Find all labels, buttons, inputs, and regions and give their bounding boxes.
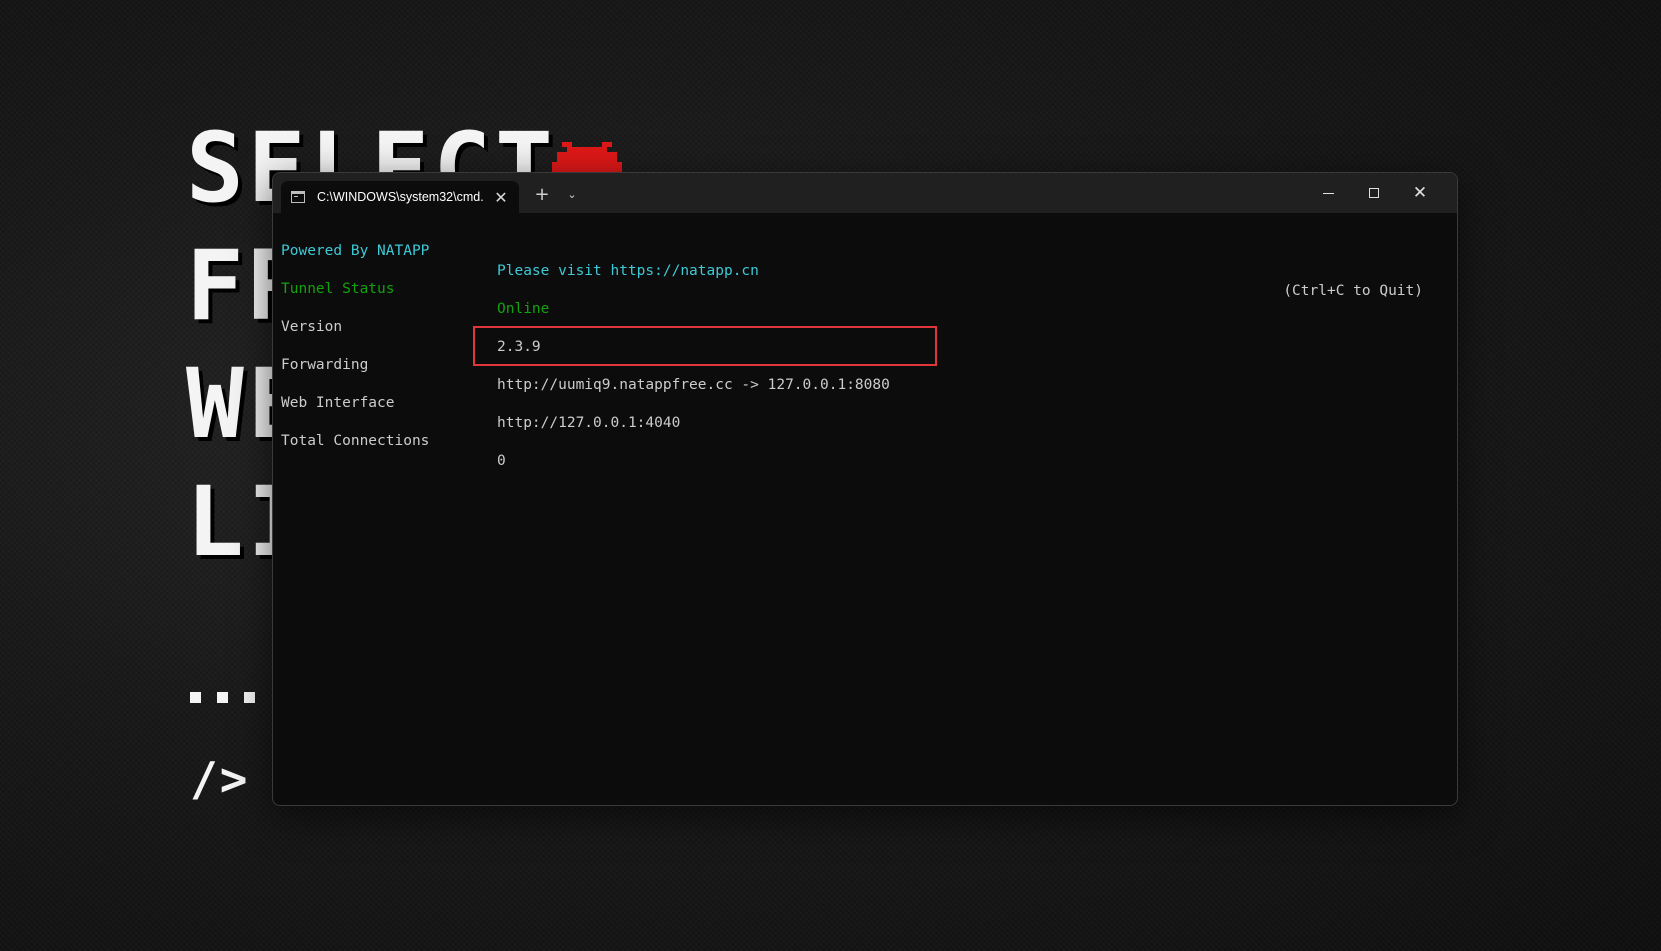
row-label: Forwarding xyxy=(281,357,369,373)
terminal-window: C:\WINDOWS\system32\cmd. ✕ + ⌄ ✕ Powered… xyxy=(272,172,1458,806)
terminal-line: Powered By NATAPP Please visit https://n… xyxy=(281,221,1441,299)
total-connections-value: 0 xyxy=(497,453,506,469)
space-invader-icon xyxy=(552,142,622,172)
row-label: Version xyxy=(281,319,343,335)
minimize-button[interactable] xyxy=(1305,173,1351,213)
wallpaper-ellipsis xyxy=(190,692,255,703)
terminal-line: Web Interface http://127.0.0.1:4040 xyxy=(281,373,1441,431)
row-label: Tunnel Status xyxy=(281,281,395,297)
terminal-line: Version 2.3.9 xyxy=(281,297,1441,355)
row-label: Total Connections xyxy=(281,433,430,449)
minimize-icon xyxy=(1322,192,1334,194)
close-button[interactable]: ✕ xyxy=(1397,173,1443,213)
terminal-line: Forwarding http://uumiq9.natappfree.cc -… xyxy=(281,335,1441,393)
chevron-down-icon[interactable]: ⌄ xyxy=(559,183,585,207)
terminal-icon xyxy=(291,191,305,203)
terminal-line: Tunnel Status Online xyxy=(281,259,1441,317)
maximize-icon xyxy=(1369,188,1379,198)
title-bar[interactable]: C:\WINDOWS\system32\cmd. ✕ + ⌄ ✕ xyxy=(273,173,1457,213)
new-tab-button[interactable]: + xyxy=(529,183,555,207)
wallpaper-prompt: /> xyxy=(190,752,250,806)
powered-by-text: Powered By NATAPP xyxy=(281,243,430,259)
tab-close-icon[interactable]: ✕ xyxy=(493,188,509,207)
terminal-line: Total Connections 0 xyxy=(281,411,1441,469)
row-label: Web Interface xyxy=(281,395,395,411)
tab-title: C:\WINDOWS\system32\cmd. xyxy=(317,190,484,204)
maximize-button[interactable] xyxy=(1351,173,1397,213)
tab-cmd[interactable]: C:\WINDOWS\system32\cmd. ✕ xyxy=(281,181,519,213)
close-icon: ✕ xyxy=(1412,183,1428,203)
